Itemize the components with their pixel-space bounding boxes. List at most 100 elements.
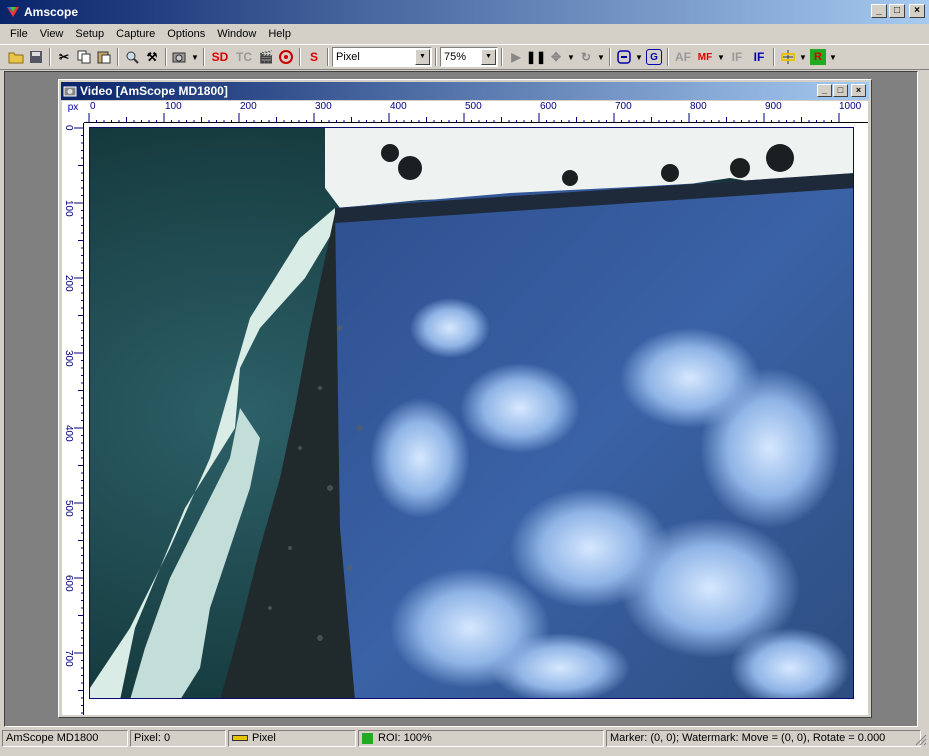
menu-help[interactable]: Help	[262, 28, 297, 40]
v-tick-label: 400	[63, 425, 74, 442]
toolbar-separator	[435, 48, 437, 66]
move-dropdown-arrow-icon[interactable]: ▼	[566, 53, 576, 62]
status-roi-panel: ROI: 100%	[358, 729, 604, 747]
tools-icon[interactable]: ⚒	[142, 47, 162, 67]
vertical-scrollbar[interactable]	[918, 71, 929, 727]
camera-dropdown-arrow-icon[interactable]: ▼	[190, 53, 200, 62]
r-button[interactable]: R	[810, 49, 826, 65]
toolbar-separator	[773, 48, 775, 66]
h-tick-label: 800	[690, 101, 707, 112]
menu-options[interactable]: Options	[161, 28, 211, 40]
open-folder-icon[interactable]	[6, 47, 26, 67]
toolbar-separator	[117, 48, 119, 66]
paste-icon[interactable]	[94, 47, 114, 67]
zoom-select[interactable]: 75% ▼	[440, 47, 498, 67]
mf-dropdown-arrow-icon[interactable]: ▼	[716, 53, 726, 62]
exposure-dropdown-arrow-icon[interactable]: ▼	[634, 53, 644, 62]
v-tick-label: 100	[63, 200, 74, 217]
g-button[interactable]: G	[646, 49, 662, 65]
zoom-icon[interactable]	[122, 47, 142, 67]
move-icon[interactable]: ✥	[546, 47, 566, 67]
zoom-select-value: 75%	[444, 51, 467, 63]
toolbar-separator	[609, 48, 611, 66]
video-minimize-button[interactable]: _	[817, 84, 832, 97]
video-window: Video [AmScope MD1800] _ □ × px 0 100 20…	[58, 79, 872, 718]
tc-button[interactable]: TC	[232, 47, 256, 67]
s-button[interactable]: S	[304, 47, 324, 67]
ruler-unit: px	[67, 102, 79, 113]
pause-icon[interactable]: ❚❚	[526, 47, 546, 67]
crosshair-icon[interactable]	[778, 47, 798, 67]
h-tick-label: 0	[90, 101, 96, 112]
v-tick-label: 700	[63, 650, 74, 667]
status-unit-panel: Pixel	[228, 729, 356, 747]
toolbar-separator	[667, 48, 669, 66]
af-button[interactable]: AF	[672, 47, 694, 67]
rotate-dropdown-arrow-icon[interactable]: ▼	[596, 53, 606, 62]
toolbar-separator	[327, 48, 329, 66]
status-roi: ROI: 100%	[378, 732, 432, 744]
cut-icon[interactable]: ✂	[54, 47, 74, 67]
unit-select-value: Pixel	[336, 51, 360, 63]
video-window-title: Video [AmScope MD1800]	[80, 84, 228, 98]
v-tick-label: 200	[63, 275, 74, 292]
app-title-bar: Amscope _ □ ×	[0, 0, 929, 24]
chevron-down-icon[interactable]: ▼	[415, 49, 430, 65]
microscope-live-image[interactable]	[89, 127, 854, 699]
r-dropdown-arrow-icon[interactable]: ▼	[828, 53, 838, 62]
v-tick-label: 0	[63, 125, 74, 131]
status-device: AmScope MD1800	[2, 729, 128, 747]
toolbar-separator	[203, 48, 205, 66]
h-tick-label: 400	[390, 101, 407, 112]
video-canvas[interactable]: px 0 100 200 300 400 500 600 700 800 900…	[62, 101, 868, 715]
ruler-icon	[232, 735, 248, 741]
v-tick-label: 600	[63, 575, 74, 592]
video-close-button[interactable]: ×	[851, 84, 866, 97]
h-tick-label: 600	[540, 101, 557, 112]
h-tick-label: 900	[765, 101, 782, 112]
copy-icon[interactable]	[74, 47, 94, 67]
menu-window[interactable]: Window	[211, 28, 262, 40]
toolbar-separator	[165, 48, 167, 66]
rotate-icon[interactable]: ↻	[576, 47, 596, 67]
h-tick-label: 100	[165, 101, 182, 112]
if-blue-button[interactable]: IF	[748, 47, 770, 67]
camera-icon[interactable]	[170, 47, 190, 67]
vertical-ruler: 0 100 200 300 400 500 600 700	[62, 123, 84, 715]
crosshair-dropdown-arrow-icon[interactable]: ▼	[798, 53, 808, 62]
roi-icon	[362, 732, 373, 744]
main-toolbar: ✂ ⚒ ▼ SD TC 🎬 S Pixel ▼ 75% ▼ ▶ ❚❚ ✥ ▼ ↻ ▼…	[0, 44, 929, 70]
chevron-down-icon[interactable]: ▼	[481, 49, 496, 65]
maximize-button[interactable]: □	[889, 4, 905, 18]
close-button[interactable]: ×	[909, 4, 925, 18]
h-tick-label: 700	[615, 101, 632, 112]
sd-button[interactable]: SD	[208, 47, 232, 67]
h-tick-label: 1000	[839, 101, 862, 112]
horizontal-ruler: 0 100 200 300 400 500 600 700 800 900 10…	[84, 101, 868, 123]
menu-view[interactable]: View	[34, 28, 70, 40]
status-marker: Marker: (0, 0); Watermark: Move = (0, 0)…	[606, 729, 921, 747]
resize-grip-icon[interactable]	[915, 734, 927, 746]
toolbar-separator	[501, 48, 503, 66]
unit-select[interactable]: Pixel ▼	[332, 47, 432, 67]
save-icon[interactable]	[26, 47, 46, 67]
v-tick-label: 500	[63, 500, 74, 517]
h-tick-label: 200	[240, 101, 257, 112]
menu-capture[interactable]: Capture	[110, 28, 161, 40]
video-maximize-button[interactable]: □	[833, 84, 848, 97]
toolbar-separator	[299, 48, 301, 66]
mf-button[interactable]: MF	[694, 47, 716, 67]
exposure-icon[interactable]	[614, 47, 634, 67]
menu-bar: File View Setup Capture Options Window H…	[0, 24, 929, 44]
menu-setup[interactable]: Setup	[69, 28, 110, 40]
record-icon[interactable]	[276, 47, 296, 67]
film-icon[interactable]: 🎬	[256, 47, 276, 67]
status-pixel: Pixel: 0	[130, 729, 226, 747]
status-unit: Pixel	[252, 732, 276, 744]
minimize-button[interactable]: _	[871, 4, 887, 18]
menu-file[interactable]: File	[4, 28, 34, 40]
app-title: Amscope	[24, 5, 79, 19]
video-window-title-bar: Video [AmScope MD1800] _ □ ×	[61, 82, 869, 100]
if-button[interactable]: IF	[726, 47, 748, 67]
play-icon[interactable]: ▶	[506, 47, 526, 67]
